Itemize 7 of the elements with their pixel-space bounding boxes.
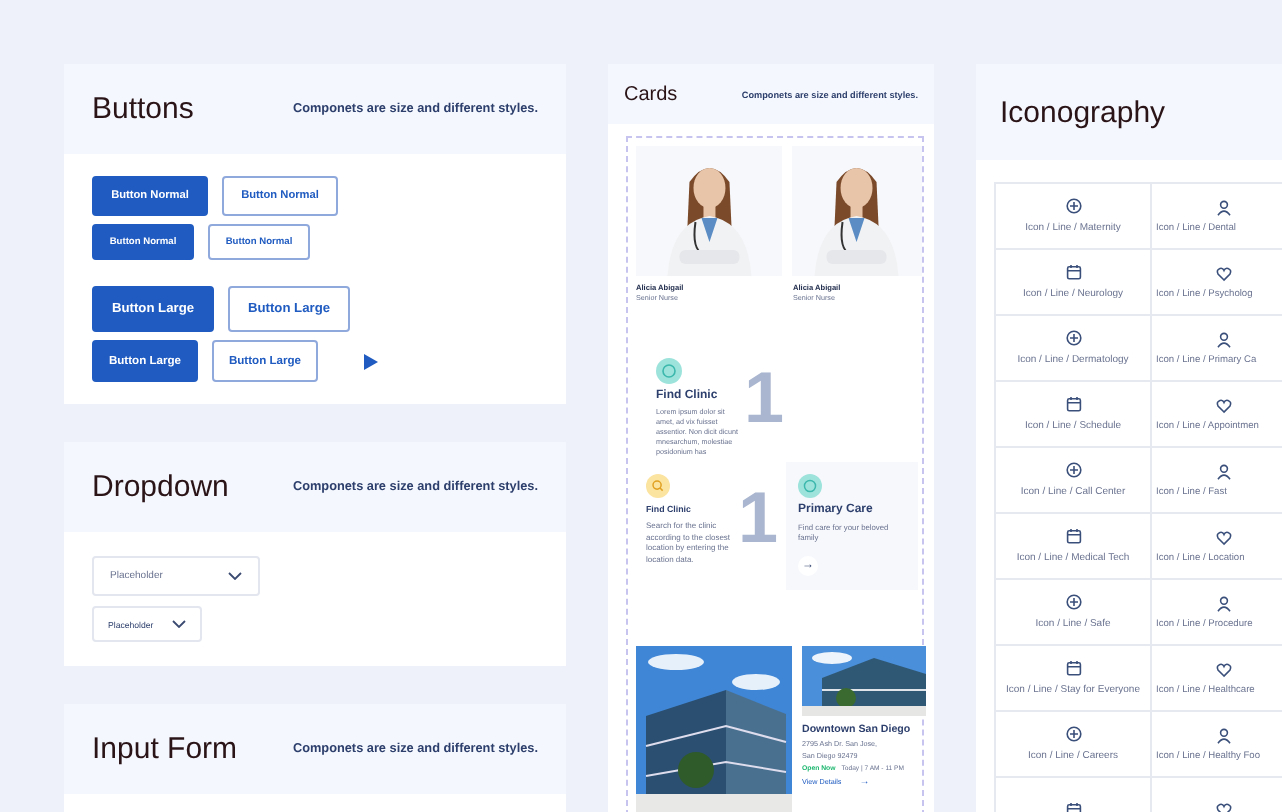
panel-title: Dropdown [92,470,229,504]
card-number: 1 [737,482,778,554]
panel-title: Cards [624,83,678,105]
card-number: 1 [743,362,784,434]
panel-title: Input Form [92,732,238,766]
panel-title: Iconography [1000,95,1166,129]
panel-title: Buttons [92,92,194,126]
